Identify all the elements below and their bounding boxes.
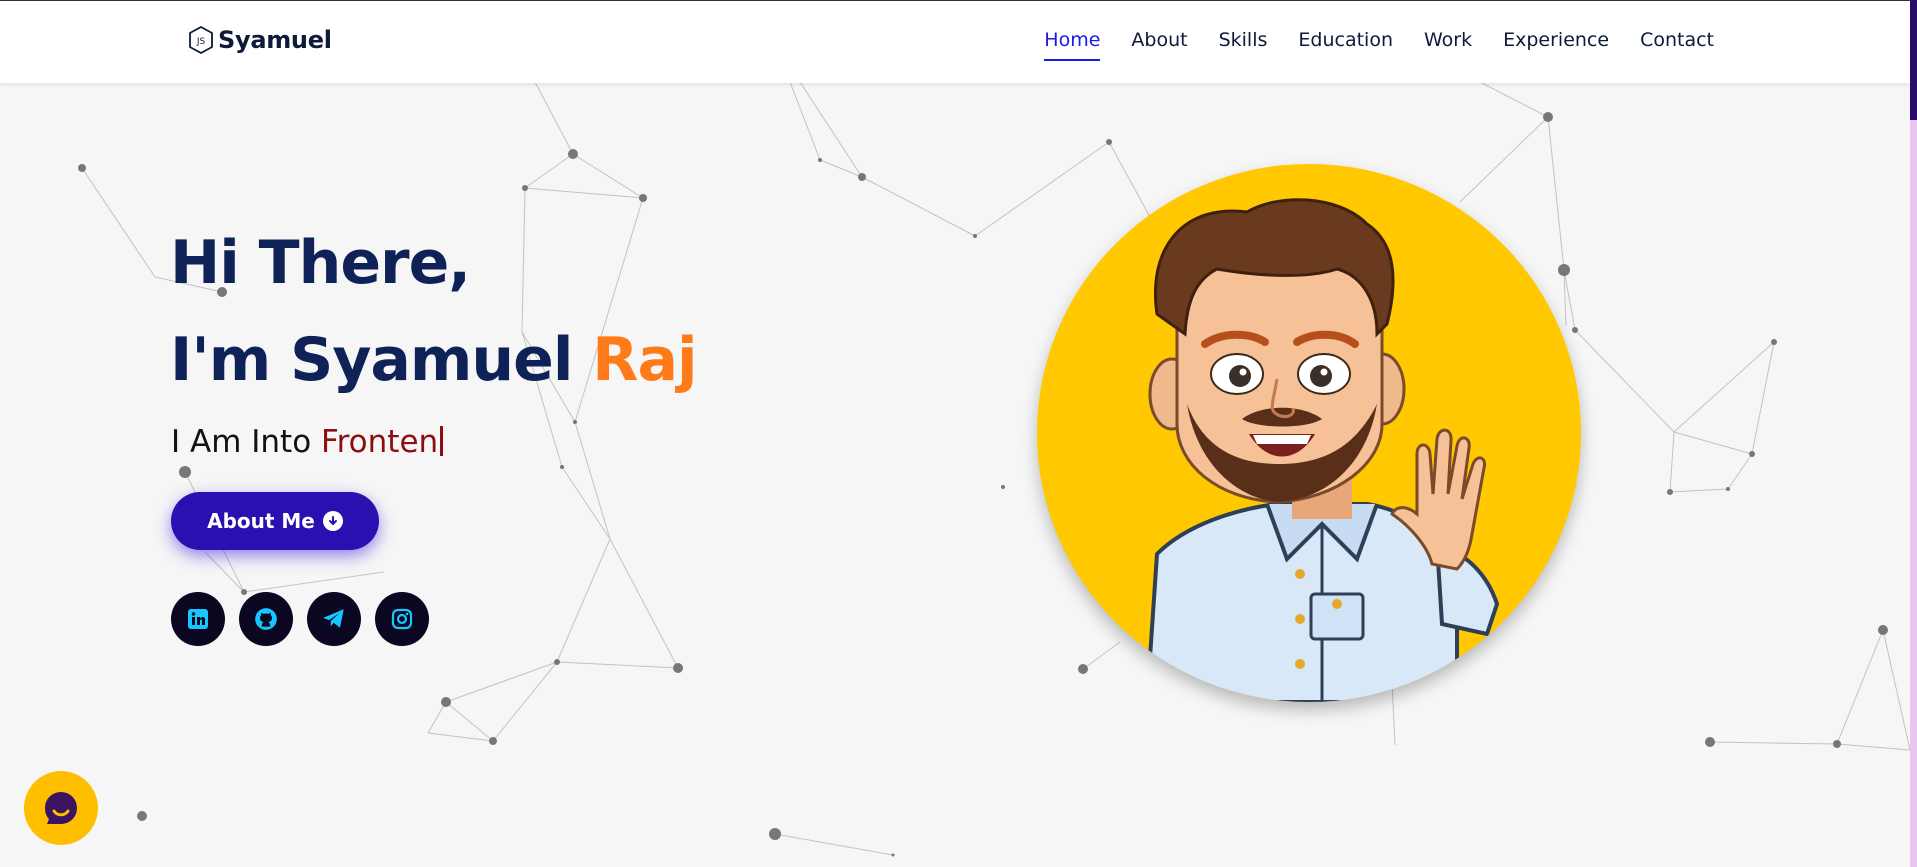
instagram-icon <box>391 608 413 630</box>
scrollbar-thumb[interactable] <box>1910 0 1917 120</box>
chat-widget-button[interactable] <box>24 771 98 845</box>
linkedin-link[interactable] <box>171 592 225 646</box>
typed-text: I Am Into Fronten <box>171 424 444 460</box>
top-navbar: JS Syamuel Home About Skills Education W… <box>0 0 1910 83</box>
telegram-link[interactable] <box>307 592 361 646</box>
page-scrollbar[interactable] <box>1910 0 1917 867</box>
instagram-link[interactable] <box>375 592 429 646</box>
linkedin-icon <box>188 609 208 629</box>
social-links <box>171 592 429 646</box>
typed-prefix: I Am Into <box>171 424 322 460</box>
cartoon-avatar-image <box>1144 198 1500 702</box>
telegram-icon <box>323 609 344 628</box>
hero-name-prefix: I'm Syamuel <box>170 325 593 395</box>
github-link[interactable] <box>239 592 293 646</box>
arrow-down-circle-icon <box>322 511 343 531</box>
nav-experience[interactable]: Experience <box>1503 29 1609 55</box>
main-nav: Home About Skills Education Work Experie… <box>1044 1 1714 83</box>
hero-name-accent: Raj <box>592 325 697 395</box>
chat-bubble-icon <box>45 792 77 824</box>
nav-about[interactable]: About <box>1131 29 1187 55</box>
svg-text:JS: JS <box>196 37 206 47</box>
particle-network-background <box>78 82 1910 857</box>
hero-name: I'm Syamuel Raj <box>170 330 698 390</box>
about-me-button[interactable]: About Me <box>171 492 379 550</box>
brand-name: Syamuel <box>218 26 332 54</box>
nav-contact[interactable]: Contact <box>1640 29 1714 55</box>
github-icon <box>255 608 277 630</box>
brand-logo[interactable]: JS Syamuel <box>188 25 332 55</box>
profile-avatar <box>1037 164 1581 702</box>
nav-education[interactable]: Education <box>1298 29 1393 55</box>
nav-skills[interactable]: Skills <box>1219 29 1268 55</box>
hero-greeting: Hi There, <box>170 228 471 298</box>
about-me-label: About Me <box>207 509 315 533</box>
typing-caret <box>440 426 444 456</box>
nav-work[interactable]: Work <box>1424 29 1472 55</box>
js-hexagon-icon: JS <box>189 25 213 55</box>
nav-home[interactable]: Home <box>1044 29 1101 61</box>
typed-word: Fronten <box>321 424 439 460</box>
